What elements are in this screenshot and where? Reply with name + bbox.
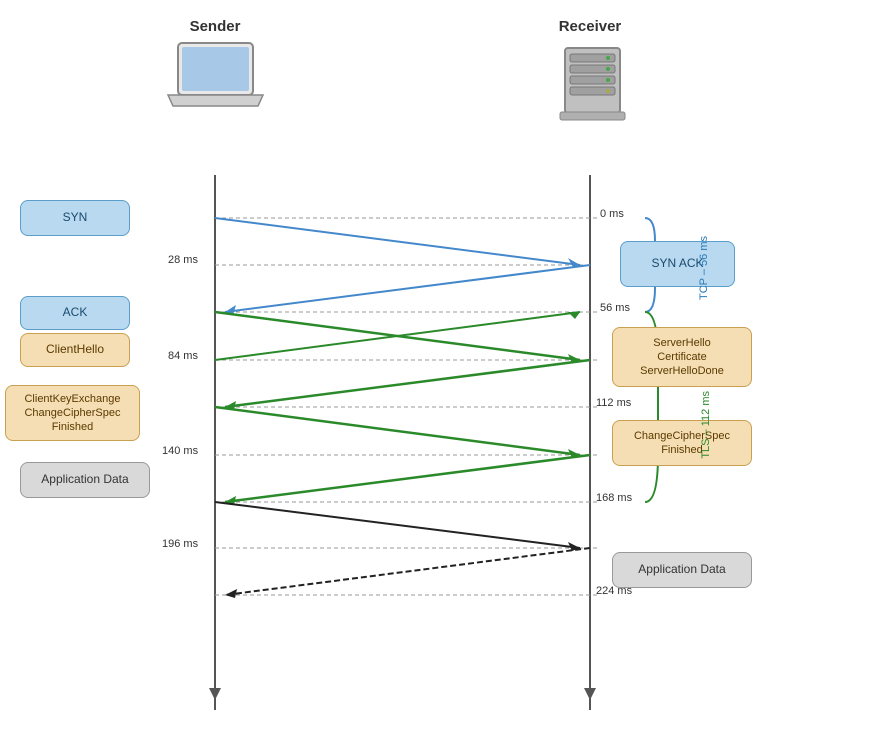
app-data-right-box: Application Data [612,552,752,588]
app-data-left-box: Application Data [20,462,150,498]
time-56ms: 56 ms [600,302,630,314]
tcp-brace-label: TCP – 56 ms [664,225,744,310]
sender-device [163,38,268,128]
receiver-label: Receiver [545,18,635,35]
ack-box: ACK [20,296,130,330]
time-84ms: 84 ms [168,350,198,362]
time-28ms: 28 ms [168,254,198,266]
time-224ms: 224 ms [596,585,632,597]
time-112ms: 112 ms [596,397,631,409]
tls-brace-label: TLS – 112 ms [666,355,746,495]
time-0ms: 0 ms [600,208,624,220]
receiver-device [540,38,645,128]
syn-box: SYN [20,200,130,236]
time-168ms: 168 ms [596,492,632,504]
time-140ms: 140 ms [162,445,198,457]
client-key-exchange-box: ClientKeyExchangeChangeCipherSpecFinishe… [5,385,140,441]
client-hello-box: ClientHello [20,333,130,367]
time-196ms: 196 ms [162,538,198,550]
sender-label: Sender [170,18,260,35]
diagram: Sender Receiver [0,0,876,732]
